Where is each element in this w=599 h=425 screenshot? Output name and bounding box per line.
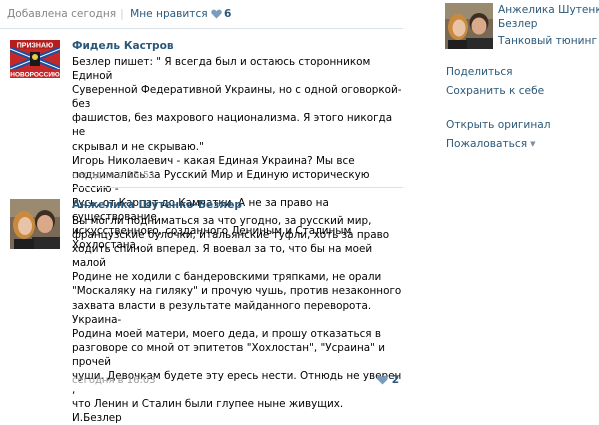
comment-line: захвата власти в результате майданного п…	[72, 299, 375, 326]
comment-time[interactable]: сегодня в 16:03	[72, 375, 156, 386]
share-link[interactable]: Поделиться	[446, 66, 513, 78]
like-button[interactable]: Мне нравится	[130, 8, 208, 20]
comment-line: фашистов, без махрового национализма. Я …	[72, 112, 396, 139]
report-label[interactable]: Пожаловаться	[446, 138, 527, 150]
avatar-text-bottom: НОВОРОССИЮ	[10, 72, 60, 79]
comment-line: Родине не ходили с бандеровскими тряпкам…	[72, 271, 382, 284]
comment-time[interactable]: сегодня в 15:51	[72, 170, 156, 181]
comment-author[interactable]: Анжелика Шутенко-Безлер	[72, 199, 242, 211]
comment-like-count: 2	[391, 374, 400, 386]
comment-line: скрывал и не скрываю."	[72, 140, 204, 153]
avatar-text-top: ПРИЗНАЮ	[17, 43, 53, 50]
report-link[interactable]: Пожаловаться ▼	[446, 138, 535, 150]
heart-icon[interactable]	[377, 375, 388, 388]
comment-author[interactable]: Фидель Кастров	[72, 40, 174, 52]
comment-like[interactable]: 2	[377, 374, 399, 388]
comment-line: Суверенной Федеративной Украины, но с од…	[72, 84, 405, 111]
comment-line: Родина моей матери, моего деда, и прошу …	[72, 327, 381, 340]
avatar[interactable]	[10, 199, 60, 249]
divider	[72, 187, 403, 188]
owner-subtitle[interactable]: Танковый тюнинг	[498, 35, 597, 47]
comment-text: Вы могли подниматься за что угодно, за р…	[72, 214, 407, 425]
post-meta: Добавлена сегодня | Мне нравится 6	[7, 8, 231, 22]
owner-name[interactable]: Анжелика Шутенко-Безлер	[498, 3, 599, 31]
caret-down-icon[interactable]: ▼	[530, 140, 535, 148]
divider	[0, 28, 403, 29]
comment-line: ходить спиной вперед. Я воевал за то, чт…	[72, 243, 376, 270]
comment-line: Безлер пишет: " Я всегда был и остаюсь с…	[72, 56, 374, 83]
avatar[interactable]: ПРИЗНАЮ НОВОРОССИЮ	[10, 40, 60, 90]
save-link[interactable]: Сохранить к себе	[446, 85, 544, 97]
comment-line: французские булочки, итальянские туфли, …	[72, 229, 390, 242]
meta-separator: |	[120, 8, 124, 20]
comment-line: Игорь Николаевич - какая Единая Украина?…	[72, 154, 355, 167]
comment-line: что Ленин и Сталин были глупее ныне живу…	[72, 398, 344, 411]
comment-line: Вы могли подниматься за что угодно, за р…	[72, 215, 372, 227]
comment-line: И.Безлер	[72, 412, 122, 425]
like-count: 6	[224, 8, 232, 20]
heart-icon[interactable]	[211, 9, 222, 22]
comment-line: разговоре со мной от эпитетов "Хохлостан…	[72, 341, 389, 368]
comment-line: "Москаляку на гиляку" и прочую чушь, про…	[72, 285, 402, 298]
open-original-link[interactable]: Открыть оригинал	[446, 119, 551, 131]
post-added-label: Добавлена сегодня	[7, 8, 117, 20]
owner-avatar[interactable]	[445, 3, 493, 49]
